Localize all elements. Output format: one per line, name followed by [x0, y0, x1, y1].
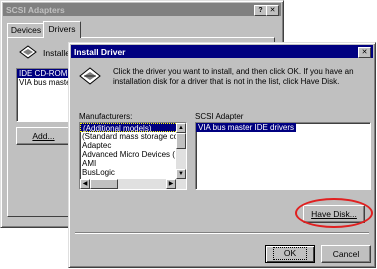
- list-item[interactable]: VIA bus master IDE drivers: [196, 123, 297, 132]
- tab-drivers[interactable]: Drivers: [43, 21, 81, 38]
- tab-devices[interactable]: Devices: [7, 23, 45, 37]
- list-item[interactable]: Advanced Micro Devices (: [80, 150, 186, 159]
- list-item[interactable]: Adaptec: [80, 141, 186, 150]
- installed-label: Installe: [43, 48, 70, 58]
- install-driver-title: Install Driver: [74, 46, 126, 57]
- driver-install-icon: [79, 67, 101, 85]
- adapter-label: SCSI Adapter: [195, 112, 244, 121]
- list-item[interactable]: BusLogic: [80, 168, 186, 177]
- manufacturers-label: Manufacturers:: [79, 112, 133, 121]
- list-item[interactable]: IDE CD-ROM (: [17, 69, 75, 78]
- divider: [75, 232, 369, 234]
- scroll-thumb[interactable]: [176, 133, 186, 149]
- manufacturers-hscroll[interactable]: ◀ ▶: [80, 179, 186, 189]
- ok-button[interactable]: OK: [265, 245, 315, 263]
- list-item[interactable]: VIA bus maste: [17, 78, 75, 87]
- installed-driver-list[interactable]: IDE CD-ROM ( VIA bus maste: [16, 68, 76, 122]
- scroll-right-icon[interactable]: ▶: [166, 179, 176, 189]
- add-button-label: Add...: [32, 131, 55, 141]
- list-item[interactable]: AMI: [80, 159, 186, 168]
- close-button[interactable]: ✕: [266, 5, 279, 16]
- scroll-left-icon[interactable]: ◀: [80, 179, 90, 189]
- cancel-button[interactable]: Cancel: [321, 245, 371, 263]
- scsi-adapters-titlebar: SCSI Adapters ? ✕: [3, 3, 281, 16]
- scroll-down-icon[interactable]: ▼: [176, 169, 186, 179]
- installed-drivers-icon: [19, 45, 37, 59]
- list-item[interactable]: (Additional models): [80, 123, 186, 133]
- install-driver-titlebar: Install Driver ✕: [71, 45, 373, 58]
- add-button[interactable]: Add...: [16, 127, 71, 145]
- adapter-list[interactable]: VIA bus master IDE drivers: [195, 122, 371, 190]
- highlight-ellipse: [295, 198, 373, 228]
- manufacturers-vscroll[interactable]: ▲ ▼: [176, 123, 186, 179]
- close-button[interactable]: ✕: [358, 47, 371, 58]
- scroll-up-icon[interactable]: ▲: [176, 123, 186, 133]
- manufacturers-list[interactable]: (Additional models) (Standard mass stora…: [79, 122, 187, 190]
- scroll-thumb[interactable]: [90, 179, 118, 189]
- cancel-label: Cancel: [332, 249, 360, 259]
- scsi-adapters-title: SCSI Adapters: [6, 4, 65, 15]
- list-item[interactable]: (Standard mass storage co: [80, 132, 186, 141]
- instruction-text: Click the driver you want to install, an…: [113, 67, 354, 86]
- ok-label: OK: [272, 247, 308, 260]
- install-driver-dialog: Install Driver ✕ Click the driver you wa…: [68, 42, 376, 268]
